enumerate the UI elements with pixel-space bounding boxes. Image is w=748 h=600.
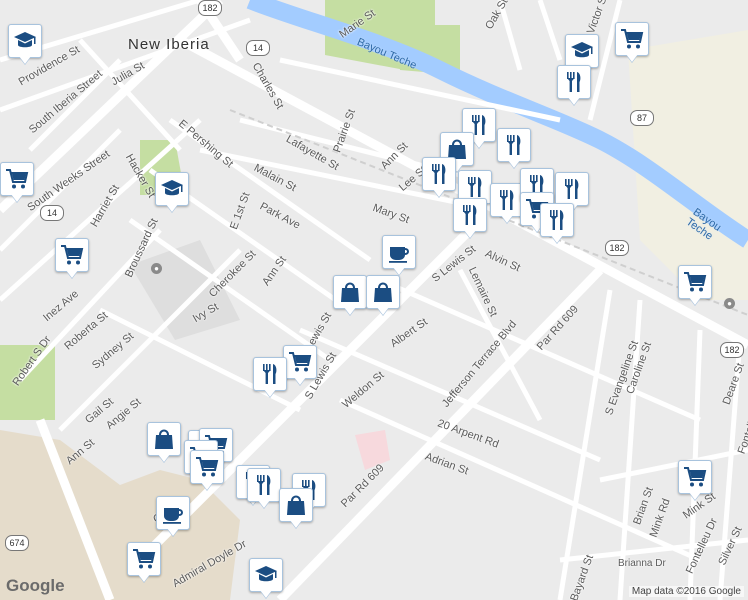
highway-shield: 87	[630, 110, 654, 126]
marker-pointer	[551, 235, 563, 243]
marker-pointer	[377, 307, 389, 315]
restaurant-marker[interactable]	[540, 203, 574, 247]
school-marker[interactable]	[8, 24, 42, 68]
highway-shield: 182	[198, 0, 222, 16]
marker-box	[0, 162, 34, 196]
marker-box	[283, 345, 317, 379]
marker-pointer	[433, 189, 445, 197]
marker-pointer	[508, 160, 520, 168]
marker-box	[127, 542, 161, 576]
shopping-bag-marker[interactable]	[147, 422, 181, 466]
marker-box	[678, 460, 712, 494]
marker-pointer	[689, 492, 701, 500]
restaurant-marker[interactable]	[247, 468, 281, 512]
marker-pointer	[264, 389, 276, 397]
marker-box	[490, 183, 524, 217]
marker-pointer	[568, 97, 580, 105]
shopping-cart-marker[interactable]	[678, 265, 712, 309]
landmark-dot: ●	[151, 263, 162, 274]
marker-pointer	[201, 482, 213, 490]
restaurant-marker[interactable]	[253, 357, 287, 401]
marker-pointer	[626, 54, 638, 62]
marker-pointer	[158, 454, 170, 462]
google-logo: Google	[6, 576, 65, 595]
restaurant-marker[interactable]	[490, 183, 524, 227]
shopping-cart-marker[interactable]	[283, 345, 317, 389]
park-area	[0, 345, 55, 420]
marker-box	[156, 496, 190, 530]
restaurant-marker[interactable]	[557, 65, 591, 109]
marker-box	[247, 468, 281, 502]
school-marker[interactable]	[155, 172, 189, 216]
highway-shield: 14	[40, 205, 64, 221]
marker-pointer	[393, 267, 405, 275]
marker-box	[678, 265, 712, 299]
restaurant-marker[interactable]	[453, 198, 487, 242]
shopping-cart-marker[interactable]	[127, 542, 161, 586]
marker-box	[557, 65, 591, 99]
marker-box	[155, 172, 189, 206]
marker-box	[190, 450, 224, 484]
marker-box	[253, 357, 287, 391]
marker-box	[279, 488, 313, 522]
marker-box	[382, 235, 416, 269]
school-marker[interactable]	[249, 558, 283, 600]
marker-box	[615, 22, 649, 56]
shopping-bag-marker[interactable]	[366, 275, 400, 319]
highway-shield: 674	[5, 535, 29, 551]
highway-shield: 182	[605, 240, 629, 256]
marker-pointer	[689, 297, 701, 305]
marker-box	[366, 275, 400, 309]
marker-box	[333, 275, 367, 309]
landmark-dot: ●	[724, 298, 735, 309]
marker-box	[497, 128, 531, 162]
map-attribution: Map data ©2016 Google	[628, 586, 744, 597]
coffee-marker[interactable]	[156, 496, 190, 540]
marker-box	[147, 422, 181, 456]
town-label: New Iberia	[128, 36, 210, 53]
marker-pointer	[166, 204, 178, 212]
marker-pointer	[464, 230, 476, 238]
restaurant-marker[interactable]	[497, 128, 531, 172]
highway-shield: 14	[246, 40, 270, 56]
marker-pointer	[11, 194, 23, 202]
shopping-cart-marker[interactable]	[615, 22, 649, 66]
marker-pointer	[290, 520, 302, 528]
marker-box	[453, 198, 487, 232]
marker-box	[565, 34, 599, 68]
marker-box	[55, 238, 89, 272]
marker-pointer	[258, 500, 270, 508]
marker-box	[555, 172, 589, 206]
restaurant-marker[interactable]	[422, 157, 456, 201]
marker-pointer	[260, 590, 272, 598]
marker-box	[540, 203, 574, 237]
shopping-bag-marker[interactable]	[333, 275, 367, 319]
marker-pointer	[473, 140, 485, 148]
marker-box	[249, 558, 283, 592]
shopping-cart-marker[interactable]	[678, 460, 712, 504]
shopping-bag-marker[interactable]	[279, 488, 313, 532]
marker-pointer	[344, 307, 356, 315]
marker-pointer	[138, 574, 150, 582]
marker-pointer	[501, 215, 513, 223]
marker-pointer	[294, 377, 306, 385]
shopping-cart-marker[interactable]	[55, 238, 89, 282]
shopping-cart-marker[interactable]	[0, 162, 34, 206]
marker-pointer	[167, 528, 179, 536]
highway-shield: 182	[720, 342, 744, 358]
coffee-marker[interactable]	[382, 235, 416, 279]
map-canvas[interactable]: New Iberia Bayou Teche Bayou Teche 182 14…	[0, 0, 748, 600]
shopping-cart-marker[interactable]	[190, 450, 224, 494]
marker-pointer	[66, 270, 78, 278]
marker-pointer	[19, 56, 31, 64]
marker-box	[422, 157, 456, 191]
marker-box	[8, 24, 42, 58]
